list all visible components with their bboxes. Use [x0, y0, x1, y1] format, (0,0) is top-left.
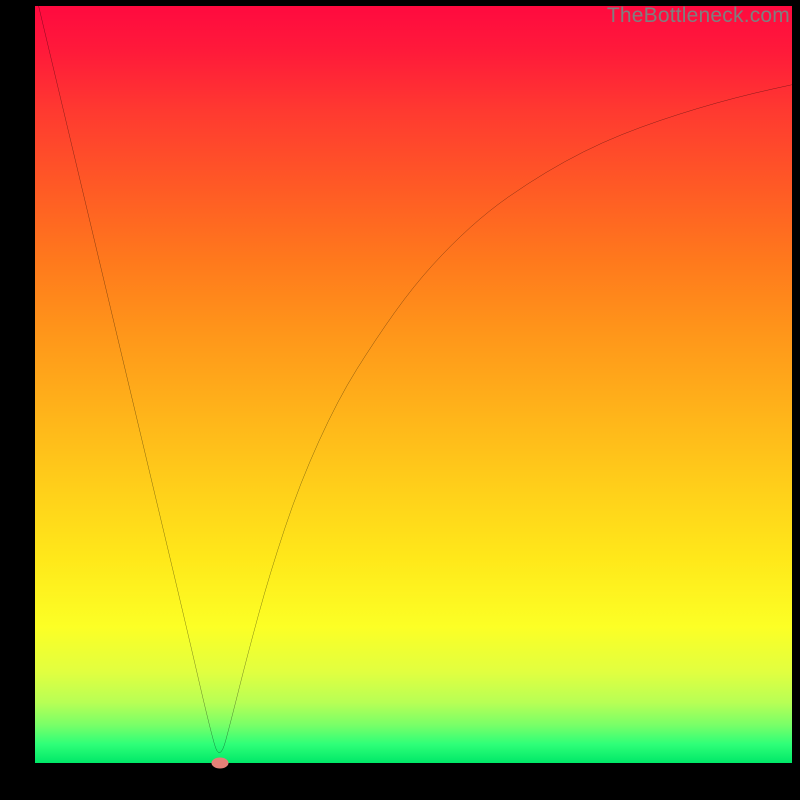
chart-frame: TheBottleneck.com [0, 0, 800, 800]
bottleneck-curve [35, 6, 792, 763]
min-point-marker [211, 758, 228, 769]
watermark-text: TheBottleneck.com [607, 4, 790, 28]
plot-area [35, 6, 792, 763]
